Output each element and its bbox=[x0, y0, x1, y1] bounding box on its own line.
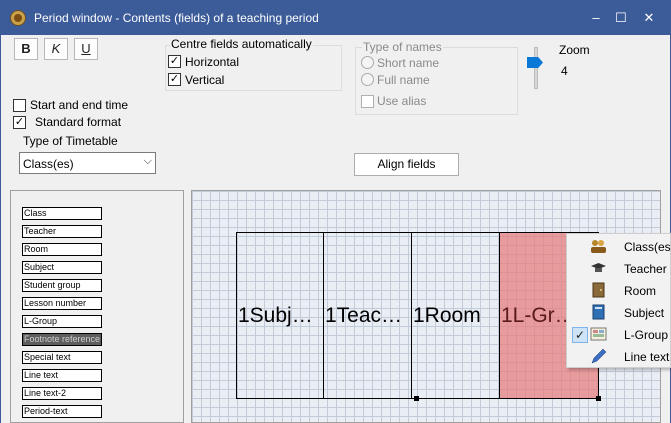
menu-item-label: Class(es) bbox=[624, 240, 671, 254]
standard-format-checkbox[interactable]: ✓ bbox=[13, 116, 26, 129]
type-of-names-legend: Type of names bbox=[362, 40, 443, 54]
subject-icon bbox=[592, 304, 605, 320]
vertical-checkbox[interactable]: ✓ bbox=[168, 73, 181, 86]
close-button[interactable]: ✕ bbox=[639, 8, 659, 28]
pen-icon bbox=[591, 348, 607, 364]
resize-handle[interactable] bbox=[414, 396, 419, 401]
menu-item-line-text[interactable]: Line text bbox=[567, 345, 671, 367]
short-name-radio[interactable] bbox=[361, 56, 374, 69]
menu-item-lgroup[interactable]: ✓ L-Group bbox=[567, 323, 671, 345]
use-alias-label: Use alias bbox=[377, 94, 427, 108]
field-list-item[interactable]: Lesson number bbox=[22, 297, 102, 310]
field-list-item[interactable]: Footnote reference bbox=[22, 333, 102, 346]
field-list-item[interactable]: L-Group bbox=[22, 315, 102, 328]
field-list-item[interactable]: Period-text bbox=[22, 405, 102, 418]
vertical-label: Vertical bbox=[185, 73, 225, 87]
resize-handle[interactable] bbox=[596, 396, 601, 401]
horizontal-checkbox[interactable]: ✓ bbox=[168, 55, 181, 68]
window-title: Period window - Contents (fields) of a t… bbox=[34, 11, 319, 25]
field-list-item[interactable]: Line text-2 bbox=[22, 387, 102, 400]
timetable-type-value: Class(es) bbox=[23, 157, 74, 171]
field-list-item[interactable]: Room bbox=[22, 243, 102, 256]
teacher-icon bbox=[591, 263, 606, 272]
period-cell-subject[interactable]: 1Subj… bbox=[236, 232, 324, 399]
standard-format-label: Standard format bbox=[35, 115, 122, 129]
align-fields-button[interactable]: Align fields bbox=[354, 153, 459, 176]
underline-button[interactable]: U bbox=[74, 38, 98, 60]
period-cell-teacher[interactable]: 1Teac… bbox=[323, 232, 412, 399]
menu-item-label: Teacher bbox=[624, 262, 667, 276]
check-mark bbox=[572, 349, 588, 365]
horizontal-label: Horizontal bbox=[185, 55, 240, 69]
check-mark bbox=[572, 283, 588, 299]
start-end-time-checkbox[interactable] bbox=[13, 99, 26, 112]
app-icon bbox=[10, 10, 26, 26]
timetable-type-label: Type of Timetable bbox=[23, 134, 118, 148]
check-mark bbox=[572, 261, 588, 277]
context-menu: Class(es) Teacher Room Subject ✓ L-Group… bbox=[566, 233, 671, 368]
menu-item-subject[interactable]: Subject bbox=[567, 301, 671, 323]
field-list-item[interactable]: Line text bbox=[22, 369, 102, 382]
menu-item-label: Line text bbox=[624, 350, 670, 364]
start-end-time-label: Start and end time bbox=[30, 98, 129, 112]
room-icon bbox=[592, 282, 605, 298]
menu-item-label: Subject bbox=[624, 306, 665, 320]
zoom-slider-track[interactable] bbox=[534, 47, 538, 89]
period-cell-room[interactable]: 1Room bbox=[411, 232, 500, 399]
menu-item-label: L-Group bbox=[624, 328, 669, 342]
centre-fields-legend: Centre fields automatically bbox=[170, 37, 313, 51]
field-list-item[interactable]: Student group bbox=[22, 279, 102, 292]
field-list-item[interactable]: Special text bbox=[22, 351, 102, 364]
full-name-label: Full name bbox=[377, 73, 430, 87]
timetable-type-select[interactable]: Class(es) ⌵ bbox=[19, 152, 156, 174]
check-mark-icon: ✓ bbox=[572, 327, 588, 343]
lgroup-icon bbox=[590, 327, 607, 341]
menu-item-label: Room bbox=[624, 284, 657, 298]
italic-button[interactable]: K bbox=[44, 38, 68, 60]
short-name-label: Short name bbox=[377, 56, 440, 70]
bold-button[interactable]: B bbox=[14, 38, 38, 60]
chevron-down-icon: ⌵ bbox=[143, 155, 152, 167]
zoom-value: 4 bbox=[561, 64, 568, 78]
full-name-radio[interactable] bbox=[361, 73, 374, 86]
title-bar: Period window - Contents (fields) of a t… bbox=[0, 0, 671, 35]
maximize-button[interactable]: ☐ bbox=[611, 8, 631, 28]
use-alias-checkbox[interactable] bbox=[361, 95, 374, 108]
check-mark bbox=[572, 305, 588, 321]
field-list-item[interactable]: Class bbox=[22, 207, 102, 220]
menu-item-teacher[interactable]: Teacher bbox=[567, 257, 671, 279]
menu-item-room[interactable]: Room bbox=[567, 279, 671, 301]
zoom-label: Zoom bbox=[559, 43, 590, 57]
field-list-item[interactable]: Teacher bbox=[22, 225, 102, 238]
class-icon bbox=[591, 240, 606, 253]
field-list-item[interactable]: Subject bbox=[22, 261, 102, 274]
menu-item-classes[interactable]: Class(es) bbox=[567, 235, 671, 257]
check-mark bbox=[572, 239, 588, 255]
minimize-button[interactable]: – bbox=[586, 8, 606, 28]
